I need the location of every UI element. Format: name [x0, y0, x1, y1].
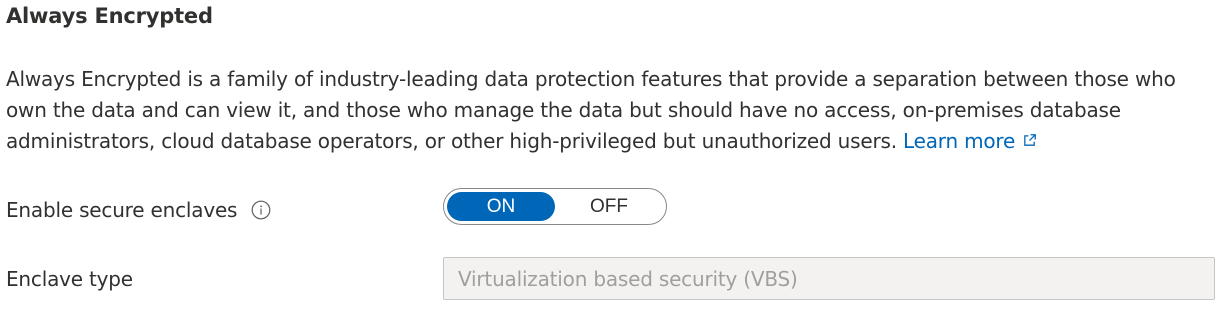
toggle-off-option[interactable]: OFF — [555, 192, 663, 221]
enclave-type-field: Virtualization based security (VBS) — [443, 257, 1215, 300]
enclave-type-row: Enclave type — [6, 259, 133, 299]
enable-secure-enclaves-row: Enable secure enclaves — [6, 190, 271, 230]
enable-secure-enclaves-label: Enable secure enclaves — [6, 198, 238, 222]
learn-more-label: Learn more — [903, 129, 1016, 153]
info-icon[interactable] — [251, 200, 271, 220]
section-description: Always Encrypted is a family of industry… — [6, 64, 1216, 157]
secure-enclaves-toggle[interactable]: ON OFF — [443, 188, 667, 225]
enclave-type-label: Enclave type — [6, 267, 133, 291]
external-link-icon — [1024, 134, 1036, 146]
learn-more-link[interactable]: Learn more — [903, 129, 1038, 153]
toggle-on-option[interactable]: ON — [447, 192, 555, 221]
enclave-type-value: Virtualization based security (VBS) — [458, 266, 798, 291]
section-title: Always Encrypted — [6, 4, 213, 28]
